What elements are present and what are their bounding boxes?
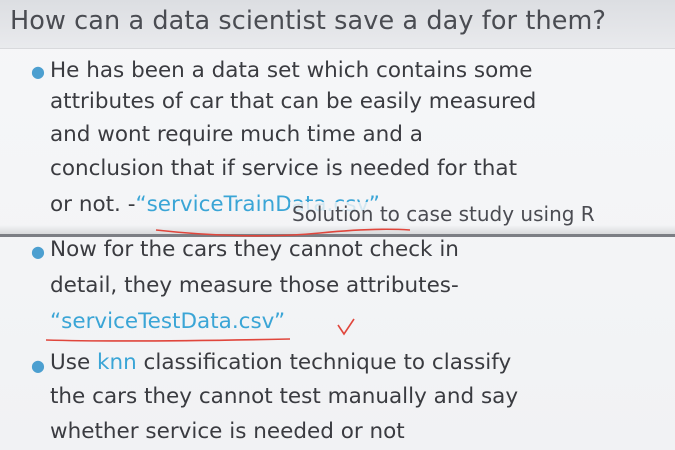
bullet-2-line-2: detail, they measure those attributes-: [50, 273, 459, 298]
title-bar: How can a data scientist save a day for …: [0, 0, 675, 49]
knn-highlight: knn: [97, 350, 137, 375]
bullet-dot-icon: ●: [31, 242, 45, 261]
bullet-3-line-1: Use knn classification technique to clas…: [50, 352, 511, 374]
bullet-3-line-1-rest: classification technique to classify: [136, 350, 512, 375]
slide-title: How can a data scientist save a day for …: [10, 6, 607, 36]
bullet-dot-icon: ●: [31, 62, 45, 81]
test-data-filename: “serviceTestData.csv”: [50, 309, 286, 334]
bullet-1-line-3: and wont require much time and a: [50, 122, 423, 147]
bullet-dot-icon: ●: [31, 356, 45, 375]
bullet-1-line-5-text: or not. -: [50, 192, 136, 217]
bullet-3-prefix: Use: [50, 350, 97, 375]
bullet-1-line-1: He has been a data set which contains so…: [50, 58, 533, 83]
pen-underline-annotation: [45, 338, 291, 342]
bullet-1-line-2: attributes of car that can be easily mea…: [50, 89, 537, 114]
video-caption: Solution to case study using R: [290, 202, 597, 226]
pen-checkmark-annotation: [337, 318, 355, 336]
bullet-2-line-1: Now for the cars they cannot check in: [50, 237, 459, 262]
bullet-3-line-2: the cars they cannot test manually and s…: [50, 384, 519, 409]
bullet-3-line-3: whether service is needed or not: [50, 419, 405, 444]
presentation-slide: How can a data scientist save a day for …: [0, 0, 675, 450]
bullet-1-line-4: conclusion that if service is needed for…: [50, 156, 518, 181]
